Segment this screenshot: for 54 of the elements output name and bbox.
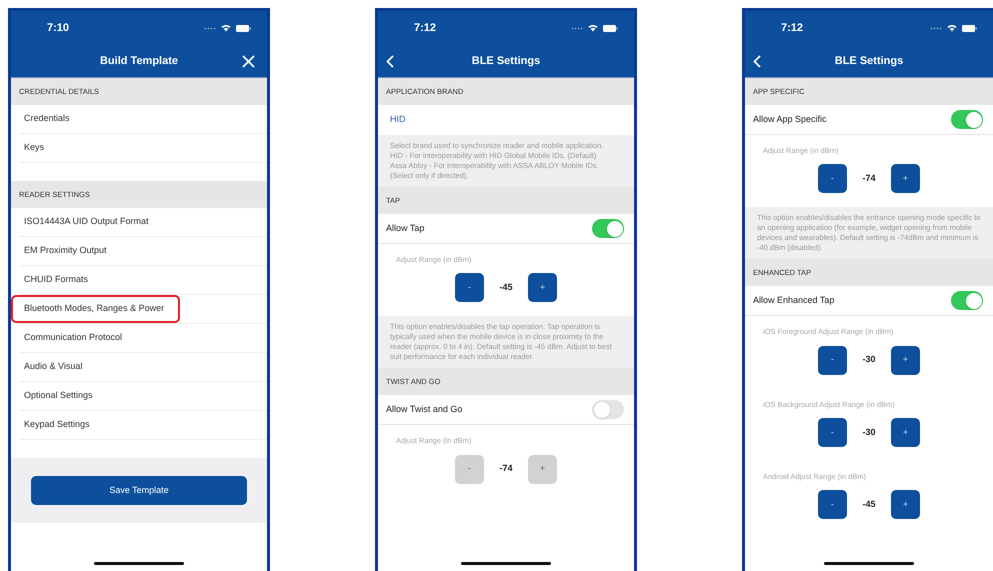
signal-icon [930, 26, 942, 30]
range-value: -45 [861, 498, 876, 511]
list-item[interactable]: Audio & Visual [19, 353, 84, 381]
list-item[interactable]: Keypad Settings [19, 411, 92, 439]
toggle-label: Allow App Specific [753, 112, 827, 126]
decrease-button[interactable]: - [818, 164, 847, 194]
battery-icon [603, 24, 618, 32]
range-value: -30 [861, 353, 876, 366]
save-template-button[interactable]: Save Template [31, 476, 247, 505]
increase-button[interactable]: + [891, 418, 920, 447]
list-item[interactable]: EM Proximity Output [19, 237, 109, 265]
status-time: 7:12 [781, 20, 804, 36]
toggle-label: Allow Enhanced Tap [753, 294, 834, 307]
toggle-switch[interactable] [592, 400, 624, 420]
screen-title: Build Template [100, 54, 178, 69]
signal-icon [571, 26, 583, 30]
toggle-switch[interactable] [592, 219, 624, 238]
range-value: -30 [861, 426, 876, 438]
increase-button[interactable]: + [891, 346, 920, 374]
back-icon[interactable] [753, 55, 761, 68]
decrease-button[interactable]: - [818, 418, 847, 447]
range-value: -45 [498, 281, 514, 294]
decrease-button[interactable]: - [818, 490, 847, 519]
brand-value[interactable]: HID [390, 113, 406, 127]
range-value: -74 [498, 462, 514, 476]
decrease-button[interactable]: - [455, 273, 484, 302]
signal-icon [204, 26, 216, 30]
screen-title: BLE Settings [834, 54, 904, 69]
list-item[interactable]: Bluetooth Modes, Ranges & Power [11, 295, 180, 323]
toggle-label: Allow Twist and Go [386, 403, 462, 416]
close-icon[interactable] [242, 55, 255, 68]
list-item[interactable]: Credentials [19, 105, 72, 133]
list-item[interactable]: Optional Settings [19, 382, 95, 410]
range-value: -74 [861, 172, 876, 185]
wifi-icon [588, 24, 598, 32]
battery-icon [236, 24, 251, 32]
increase-button[interactable]: + [891, 164, 920, 194]
battery-icon [962, 24, 977, 32]
toggle-label: Allow Tap [386, 222, 424, 235]
increase-button[interactable]: + [891, 490, 920, 519]
status-time: 7:12 [414, 20, 436, 36]
toggle-switch[interactable] [951, 110, 983, 129]
list-item[interactable]: Communication Protocol [19, 324, 124, 352]
list-item[interactable]: CHUID Formats [19, 266, 90, 294]
toggle-switch[interactable] [951, 291, 983, 310]
decrease-button[interactable]: - [818, 346, 847, 374]
back-icon[interactable] [386, 55, 394, 68]
status-time: 7:10 [47, 20, 70, 36]
list-item[interactable]: ISO14443A UID Output Format [19, 208, 151, 236]
screen-title: BLE Settings [472, 54, 540, 69]
wifi-icon [221, 24, 231, 32]
increase-button[interactable]: + [528, 273, 557, 302]
wifi-icon [947, 24, 957, 32]
list-item[interactable]: Keys [19, 134, 46, 162]
